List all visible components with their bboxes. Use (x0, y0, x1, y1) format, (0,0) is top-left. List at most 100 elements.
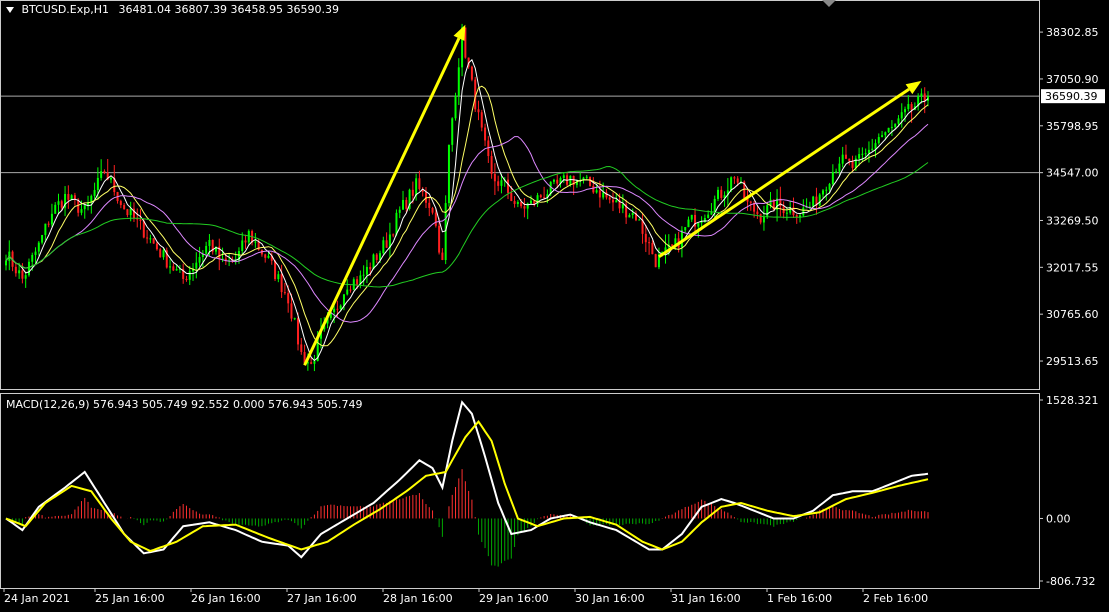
candle-body (493, 173, 496, 182)
triangle-down-icon[interactable] (6, 7, 14, 13)
trend-arrow-shaft-0 (303, 37, 461, 366)
candle-body (756, 211, 759, 215)
time-tick-label: 28 Jan 16:00 (383, 592, 453, 605)
candle-body (336, 308, 339, 310)
candle-body (513, 201, 516, 204)
chart-canvas[interactable]: 38302.85 37050.90 35798.95 34547.00 33269.50… (0, 0, 1109, 608)
candle-body (405, 199, 408, 209)
candle-body (100, 171, 103, 178)
candle-body (762, 217, 765, 223)
candle-body (60, 201, 63, 208)
candle-body (877, 137, 880, 144)
candle-body (690, 214, 693, 220)
candle-body (631, 213, 634, 216)
candle-body (769, 199, 772, 206)
candle-body (5, 260, 7, 266)
candle-body (717, 189, 720, 199)
chart-header: BTCUSD.Exp,H1 36481.04 36807.39 36458.95… (6, 3, 339, 16)
candle-body (589, 176, 592, 186)
macd-pane-frame (0, 393, 1040, 589)
candle-body (720, 189, 723, 198)
candle-body (50, 213, 53, 225)
candle-body (608, 197, 611, 200)
ohlc-label: 36481.04 36807.39 36458.95 36590.39 (118, 3, 339, 16)
candle-body (27, 261, 30, 276)
candle-body (907, 104, 910, 110)
candle-body (523, 206, 526, 209)
price-tick-label: 33269.50 (1046, 214, 1099, 227)
macd-line (5, 400, 929, 559)
candle-body (365, 266, 368, 275)
candle-body (684, 227, 687, 231)
candle-body (342, 294, 345, 306)
candle-body (507, 179, 510, 193)
candle-body (451, 118, 454, 145)
candle-body (825, 189, 828, 191)
candle-body (90, 195, 93, 203)
candle-body (21, 270, 24, 279)
time-tick-label: 29 Jan 16:00 (479, 592, 549, 605)
candle-body (300, 344, 303, 352)
candle-body (759, 214, 762, 223)
trend-arrow-head-icon-1 (905, 80, 922, 95)
candle-body (264, 254, 267, 258)
candle-body (480, 112, 483, 128)
candle-body (802, 207, 805, 216)
candle-body (283, 292, 286, 294)
candle-body (411, 189, 414, 196)
candle-body (848, 158, 851, 161)
candle-body (139, 219, 142, 221)
candle-body (310, 362, 313, 364)
candle-body (835, 171, 838, 173)
candle-body (54, 204, 57, 214)
macd-tick-label: 0.00 (1046, 512, 1071, 525)
candle-body (526, 203, 529, 209)
candle-body (697, 223, 700, 227)
candle-body (129, 208, 132, 216)
candle-body (175, 269, 178, 271)
candle-body (313, 361, 316, 364)
candle-body (93, 190, 96, 196)
candle-body (169, 266, 172, 268)
candle-body (539, 195, 542, 198)
candle-body (438, 225, 441, 253)
candle-body (293, 318, 296, 320)
candle-body (31, 254, 34, 262)
candle-body (205, 245, 208, 254)
price-tick-label: 32017.55 (1046, 261, 1099, 274)
chart-window: 38302.85 37050.90 35798.95 34547.00 33269.50… (0, 0, 1109, 608)
price-tick-label: 29513.65 (1046, 355, 1099, 368)
candle-body (733, 177, 736, 179)
candle-body (244, 240, 247, 243)
candle-body (831, 172, 834, 185)
candle-body (14, 266, 17, 274)
candle-body (195, 262, 198, 269)
candle-body (621, 204, 624, 209)
candle-body (552, 179, 555, 182)
candle-body (490, 156, 493, 174)
candle-body (44, 223, 47, 235)
candle-body (838, 163, 841, 172)
macd-label: MACD(12,26,9) 576.943 505.749 92.552 0.0… (6, 398, 363, 411)
candle-body (822, 190, 825, 195)
candle-body (382, 240, 385, 254)
candle-body (766, 205, 769, 218)
time-tick-label: 27 Jan 16:00 (287, 592, 357, 605)
candle-body (428, 202, 431, 208)
candle-body (628, 215, 631, 218)
time-tick-label: 24 Jan 2021 (4, 592, 70, 605)
candle-body (142, 220, 145, 238)
candle-body (418, 178, 421, 190)
candle-body (24, 275, 27, 279)
candle-body (431, 207, 434, 213)
candle-body (119, 201, 122, 206)
candle-body (812, 196, 815, 207)
candle-body (500, 180, 503, 186)
time-tick-label: 30 Jan 16:00 (575, 592, 645, 605)
candle-body (864, 153, 867, 155)
time-tick-label: 25 Jan 16:00 (95, 592, 165, 605)
candle-body (556, 179, 559, 184)
candle-body (785, 212, 788, 214)
candle-body (858, 154, 861, 159)
time-tick-label: 2 Feb 16:00 (863, 592, 928, 605)
